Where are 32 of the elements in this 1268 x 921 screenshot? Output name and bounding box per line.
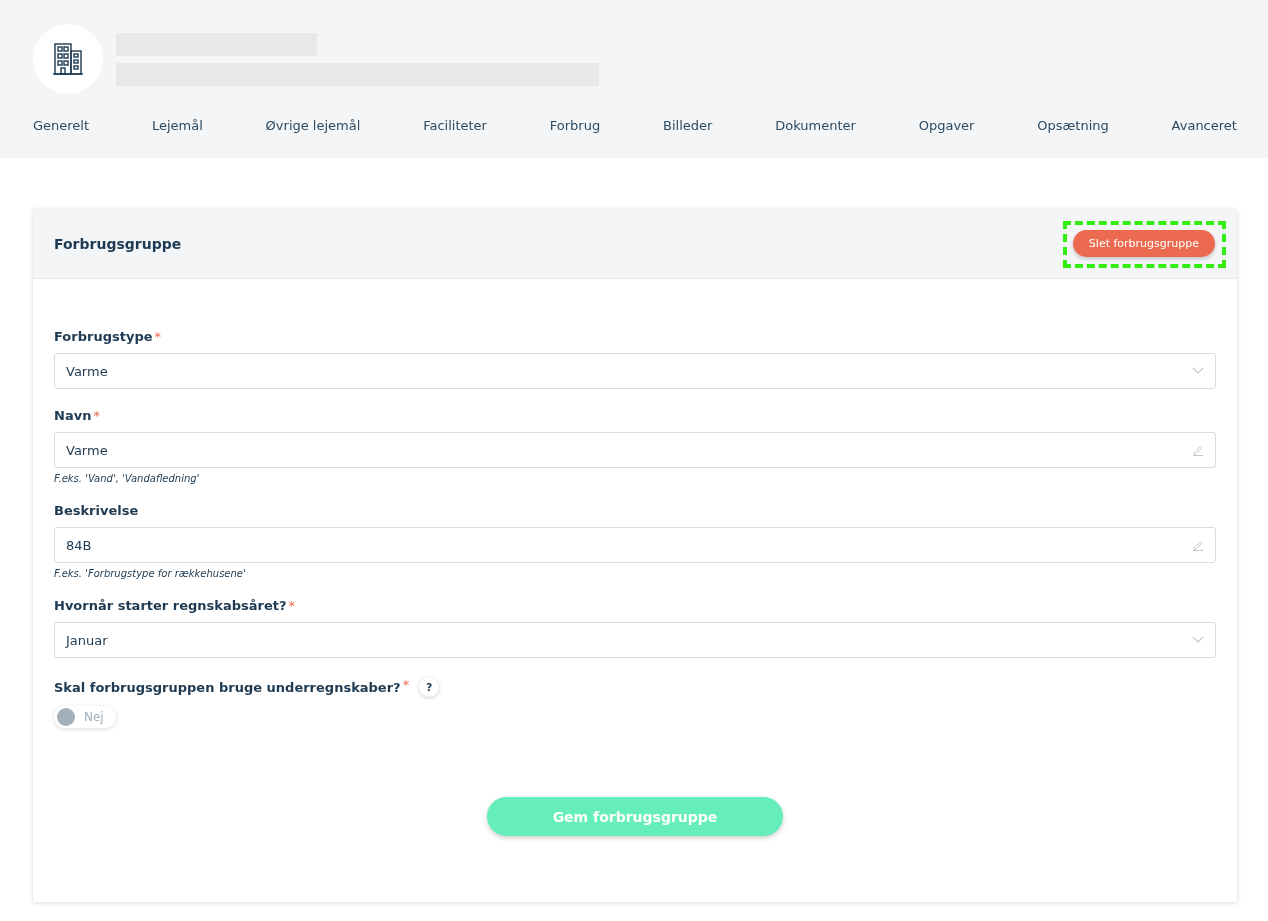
required-mark: * <box>93 408 100 423</box>
pencil-icon <box>1192 539 1204 551</box>
nav-tab[interactable]: Avanceret <box>1171 118 1237 133</box>
nav-tab[interactable]: Lejemål <box>151 118 203 133</box>
nav-tab[interactable]: Faciliteter <box>423 118 487 133</box>
field-label: Forbrugstype <box>54 329 153 344</box>
chevron-down-icon <box>1192 367 1204 375</box>
field-label: Navn <box>54 408 92 423</box>
building-icon <box>50 41 86 77</box>
hint-text: F.eks. 'Forbrugstype for rækkehusene' <box>54 568 247 579</box>
nav-tab[interactable]: Forbrug <box>549 118 601 133</box>
nav-tab[interactable]: Opsætning <box>1037 118 1109 133</box>
field-label: Skal forbrugsgruppen bruge underregnskaber? <box>54 679 401 695</box>
chevron-down-icon <box>1192 636 1204 644</box>
field-label: Beskrivelse <box>54 503 139 518</box>
nav-tab[interactable]: Billeder <box>663 118 713 133</box>
required-mark: * <box>154 329 162 344</box>
help-button[interactable]: ? <box>419 677 440 697</box>
field-label: Hvornår starter regnskabsåret? <box>54 598 287 613</box>
input-field[interactable]: Varme <box>54 432 1216 468</box>
nav-tab[interactable]: Generelt <box>33 118 90 133</box>
nav-tab[interactable]: Øvrige lejemål <box>265 118 361 133</box>
pencil-icon <box>1192 444 1204 456</box>
select-field[interactable]: Januar <box>54 622 1216 658</box>
nav-tab[interactable]: Dokumenter <box>775 118 856 133</box>
hint-text: F.eks. 'Vand', 'Vandafledning' <box>54 473 201 484</box>
nav-tab[interactable]: Opgaver <box>918 118 975 133</box>
required-mark: * <box>288 598 295 613</box>
card-title: Forbrugsgruppe <box>54 235 182 252</box>
select-field[interactable]: Varme <box>54 353 1216 389</box>
input-field[interactable]: 84B <box>54 527 1216 563</box>
required-mark: * <box>402 677 410 692</box>
